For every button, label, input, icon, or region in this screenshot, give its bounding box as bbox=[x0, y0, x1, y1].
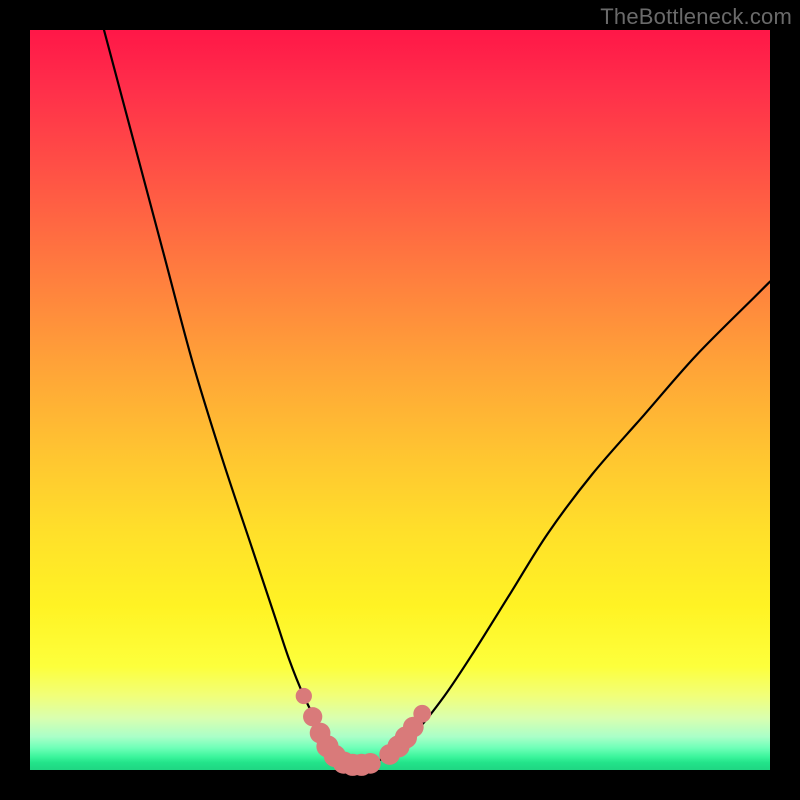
watermark-text: TheBottleneck.com bbox=[600, 4, 792, 30]
chart-svg bbox=[30, 30, 770, 770]
chart-frame: TheBottleneck.com bbox=[0, 0, 800, 800]
marker-dot bbox=[360, 753, 381, 774]
marker-dot bbox=[296, 688, 312, 704]
marker-group bbox=[296, 688, 431, 776]
bottleneck-curve bbox=[104, 30, 770, 766]
marker-dot bbox=[413, 705, 431, 723]
